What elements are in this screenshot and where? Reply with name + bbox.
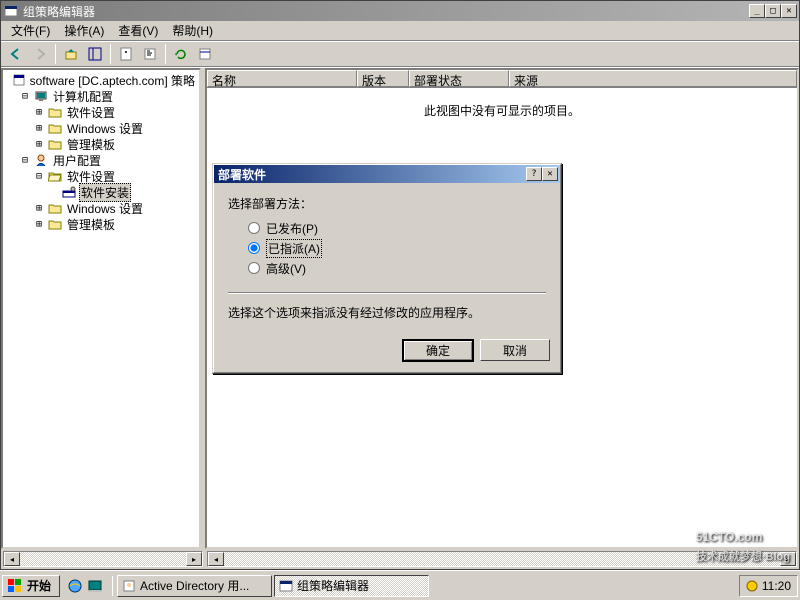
tree-software-install[interactable]: 软件安装 <box>5 184 197 200</box>
deployment-method-group: 已发布(P) 已指派(A) 高级(V) <box>228 212 546 282</box>
folder-icon <box>47 120 63 136</box>
tree-root[interactable]: software [DC.aptech.com] 策略 <box>5 72 197 88</box>
windows-logo-icon <box>7 578 23 594</box>
dialog-title-bar[interactable]: 部署软件 ? ✕ <box>214 165 560 183</box>
tree-view: software [DC.aptech.com] 策略 ⊟计算机配置 ⊞软件设置… <box>3 70 199 234</box>
maximize-button[interactable]: □ <box>765 4 781 18</box>
menu-view[interactable]: 查看(V) <box>112 20 164 41</box>
ad-icon <box>122 579 136 593</box>
toolbar <box>1 41 799 67</box>
radio-assigned[interactable]: 已指派(A) <box>248 238 546 258</box>
tree-software-settings-1[interactable]: ⊞软件设置 <box>5 104 197 120</box>
cancel-button[interactable]: 取消 <box>480 339 550 361</box>
folder-icon <box>47 200 63 216</box>
separator <box>55 44 56 64</box>
menu-help[interactable]: 帮助(H) <box>166 20 219 41</box>
folder-icon <box>47 216 63 232</box>
dialog-prompt: 选择部署方法： <box>228 195 546 212</box>
separator <box>112 576 113 596</box>
tree-admin-templates-2[interactable]: ⊞管理模板 <box>5 216 197 232</box>
tree-scrollbar[interactable]: ◂ ▸ <box>3 551 203 567</box>
divider <box>228 292 546 294</box>
menu-file[interactable]: 文件(F) <box>5 20 56 41</box>
radio-published[interactable]: 已发布(P) <box>248 218 546 238</box>
up-button[interactable] <box>60 43 82 65</box>
folder-icon <box>47 104 63 120</box>
help-button[interactable] <box>194 43 216 65</box>
system-tray[interactable]: 11:20 <box>739 575 798 597</box>
user-icon <box>33 152 49 168</box>
dialog-description: 选择这个选项来指派没有经过修改的应用程序。 <box>228 304 546 321</box>
taskbar-app-1[interactable]: Active Directory 用... <box>117 575 272 597</box>
dialog-button-row: 确定 取消 <box>214 333 560 372</box>
column-version[interactable]: 版本 <box>357 70 409 87</box>
folder-open-icon <box>47 168 63 184</box>
gpedit-icon <box>279 579 293 593</box>
column-name[interactable]: 名称 <box>207 70 357 87</box>
export-list-button[interactable] <box>170 43 192 65</box>
back-button[interactable] <box>5 43 27 65</box>
installer-icon <box>61 184 77 200</box>
show-hide-tree-button[interactable] <box>84 43 106 65</box>
list-scrollbar[interactable]: ◂ ▸ <box>207 551 797 567</box>
ie-icon[interactable] <box>66 577 84 595</box>
dialog-close-button[interactable]: ✕ <box>542 167 558 181</box>
tree-admin-templates-1[interactable]: ⊞管理模板 <box>5 136 197 152</box>
column-deployment[interactable]: 部署状态 <box>409 70 509 87</box>
desktop-icon[interactable] <box>86 577 104 595</box>
title-bar[interactable]: 组策略编辑器 _ □ ✕ <box>1 1 799 21</box>
menu-bar: 文件(F) 操作(A) 查看(V) 帮助(H) <box>1 21 799 41</box>
quick-launch <box>62 577 108 595</box>
scroll-right-button[interactable]: ▸ <box>780 552 796 566</box>
start-button[interactable]: 开始 <box>2 575 60 597</box>
tree-pane[interactable]: software [DC.aptech.com] 策略 ⊟计算机配置 ⊞软件设置… <box>1 68 201 549</box>
tree-windows-settings-2[interactable]: ⊞Windows 设置 <box>5 200 197 216</box>
scroll-left-button[interactable]: ◂ <box>208 552 224 566</box>
taskbar: 开始 Active Directory 用... 组策略编辑器 11:20 <box>0 570 800 600</box>
window-controls: _ □ ✕ <box>749 4 797 18</box>
minimize-button[interactable]: _ <box>749 4 765 18</box>
tree-user-config[interactable]: ⊟用户配置 <box>5 152 197 168</box>
separator <box>165 44 166 64</box>
folder-icon <box>47 136 63 152</box>
ok-button[interactable]: 确定 <box>402 339 474 362</box>
tree-computer-config[interactable]: ⊟计算机配置 <box>5 88 197 104</box>
tray-icon[interactable] <box>746 580 758 592</box>
empty-message: 此视图中没有可显示的项目。 <box>424 102 580 119</box>
taskbar-app-2[interactable]: 组策略编辑器 <box>274 575 429 597</box>
dialog-body: 选择部署方法： 已发布(P) 已指派(A) 高级(V) 选择这个选项来指派没有经… <box>214 183 560 333</box>
tree-windows-settings-1[interactable]: ⊞Windows 设置 <box>5 120 197 136</box>
dialog-title: 部署软件 <box>216 166 526 183</box>
dialog-help-button[interactable]: ? <box>526 167 542 181</box>
refresh-button[interactable] <box>139 43 161 65</box>
clock: 11:20 <box>762 579 791 593</box>
column-source[interactable]: 来源 <box>509 70 797 87</box>
properties-button[interactable] <box>115 43 137 65</box>
separator <box>110 44 111 64</box>
list-header: 名称 版本 部署状态 来源 <box>207 70 797 88</box>
scroll-left-button[interactable]: ◂ <box>4 552 20 566</box>
deploy-software-dialog: 部署软件 ? ✕ 选择部署方法： 已发布(P) 已指派(A) 高级(V) 选择这… <box>212 163 562 374</box>
scroll-right-button[interactable]: ▸ <box>186 552 202 566</box>
forward-button <box>29 43 51 65</box>
radio-advanced[interactable]: 高级(V) <box>248 258 546 278</box>
menu-action[interactable]: 操作(A) <box>58 20 110 41</box>
close-button[interactable]: ✕ <box>781 4 797 18</box>
app-icon <box>3 3 19 19</box>
window-title: 组策略编辑器 <box>23 3 749 20</box>
